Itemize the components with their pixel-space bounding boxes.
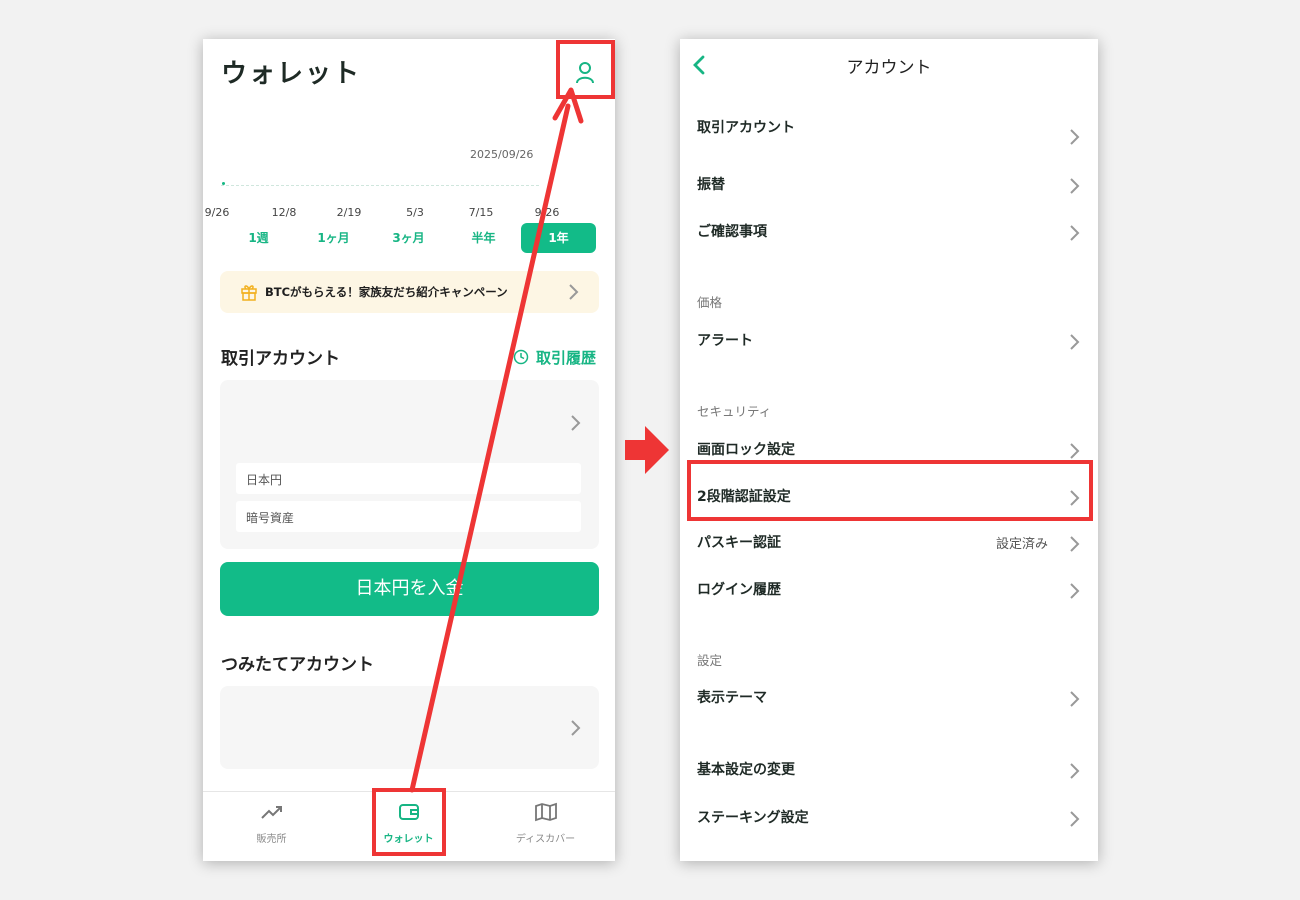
menu-item-label: パスキー認証 — [697, 535, 781, 551]
history-clock-icon — [513, 349, 529, 365]
range-tab-1y[interactable]: 1年 — [521, 223, 596, 253]
x-tick: 9/26 — [534, 206, 560, 219]
highlight-profile-button — [556, 40, 615, 99]
menu-item-alert[interactable]: アラート — [680, 322, 1098, 360]
menu-item-label: 基本設定の変更 — [697, 762, 795, 778]
chevron-right-icon — [1070, 811, 1080, 827]
annotation-arrows — [409, 87, 669, 793]
chart-point — [222, 182, 225, 185]
jpy-balance-row: 日本円 — [236, 463, 581, 494]
wallet-screen: ウォレット 2025/09/26 9/26 12/8 2/19 5/3 7/15… — [203, 39, 615, 861]
menu-item-label: アラート — [697, 333, 753, 349]
chart-x-axis: 9/26 12/8 2/19 5/3 7/15 9/26 — [203, 206, 615, 220]
transition-arrow-icon — [625, 426, 669, 474]
menu-item-display-theme[interactable]: 表示テーマ — [680, 679, 1098, 717]
section-header-price: 価格 — [697, 295, 723, 310]
chevron-right-icon — [1070, 536, 1080, 552]
chevron-right-icon — [1070, 443, 1080, 459]
nav-item-discover[interactable]: ディスカバー — [477, 792, 614, 861]
crypto-balance-row: 暗号資産 — [236, 501, 581, 532]
nav-item-hanbaijo[interactable]: 販売所 — [203, 792, 340, 861]
x-tick: 2/19 — [336, 206, 362, 219]
trade-account-title: 取引アカウント — [221, 349, 340, 369]
range-tab-3m[interactable]: 3ヶ月 — [371, 223, 446, 253]
highlight-two-factor-row — [687, 460, 1093, 521]
menu-item-label: 画面ロック設定 — [697, 442, 795, 458]
menu-item-login-history[interactable]: ログイン履歴 — [680, 571, 1098, 609]
chevron-right-icon — [571, 720, 581, 736]
section-header-settings: 設定 — [697, 653, 723, 668]
chevron-right-icon — [569, 284, 579, 300]
x-tick: 5/3 — [406, 206, 424, 219]
menu-item-trade-account[interactable]: 取引アカウント — [680, 109, 1098, 147]
account-screen: アカウント 取引アカウント 振替 ご確認事項 価格 アラート セキュリティ 画面… — [680, 39, 1098, 861]
menu-item-label: 取引アカウント — [697, 120, 795, 136]
menu-item-label: 表示テーマ — [697, 690, 767, 706]
menu-item-label: ご確認事項 — [697, 224, 767, 240]
menu-item-basic-settings[interactable]: 基本設定の変更 — [680, 751, 1098, 789]
chevron-right-icon — [1070, 129, 1080, 145]
x-tick: 7/15 — [468, 206, 494, 219]
trade-account-card[interactable]: 日本円 暗号資産 — [220, 380, 599, 549]
chevron-right-icon — [1070, 763, 1080, 779]
x-tick: 9/26 — [204, 206, 230, 219]
nav-label: ディスカバー — [515, 834, 576, 845]
chevron-right-icon — [1070, 583, 1080, 599]
chevron-right-icon — [1070, 225, 1080, 241]
chart-baseline — [221, 185, 539, 186]
menu-item-staking-settings[interactable]: ステーキング設定 — [680, 799, 1098, 837]
range-tab-6m[interactable]: 半年 — [446, 223, 521, 253]
chevron-right-icon — [571, 415, 581, 431]
section-header-security: セキュリティ — [697, 404, 772, 419]
campaign-banner[interactable]: BTCがもらえる！家族友だち紹介キャンペーン — [220, 271, 599, 313]
menu-item-label: ログイン履歴 — [697, 582, 781, 598]
range-tab-1w[interactable]: 1週 — [221, 223, 296, 253]
menu-item-transfer[interactable]: 振替 — [680, 166, 1098, 204]
menu-item-confirmation[interactable]: ご確認事項 — [680, 213, 1098, 251]
range-tab-1m[interactable]: 1ヶ月 — [296, 223, 371, 253]
campaign-text: BTCがもらえる！家族友だち紹介キャンペーン — [265, 285, 508, 299]
tsumitate-account-title: つみたてアカウント — [221, 655, 374, 675]
trend-chart-icon — [261, 806, 282, 819]
chevron-right-icon — [1070, 334, 1080, 350]
menu-item-label: 振替 — [697, 177, 725, 193]
map-icon — [535, 802, 557, 822]
trade-history-label: 取引履歴 — [536, 349, 597, 367]
chart-date-label: 2025/09/26 — [470, 148, 534, 161]
x-tick: 12/8 — [271, 206, 297, 219]
menu-item-passkey[interactable]: パスキー認証 設定済み — [680, 524, 1098, 562]
range-tabs: 1週 1ヶ月 3ヶ月 半年 1年 — [221, 223, 597, 253]
page-title: ウォレット — [221, 59, 362, 89]
highlight-wallet-tab — [372, 788, 446, 856]
passkey-status: 設定済み — [995, 537, 1048, 552]
gift-icon — [241, 285, 257, 301]
page-title: アカウント — [846, 58, 932, 78]
nav-label: 販売所 — [256, 834, 287, 845]
deposit-jpy-button[interactable]: 日本円を入金 — [220, 562, 599, 616]
chevron-right-icon — [1070, 691, 1080, 707]
tsumitate-account-card[interactable] — [220, 686, 599, 769]
menu-item-label: ステーキング設定 — [697, 810, 809, 826]
chevron-right-icon — [1070, 178, 1080, 194]
